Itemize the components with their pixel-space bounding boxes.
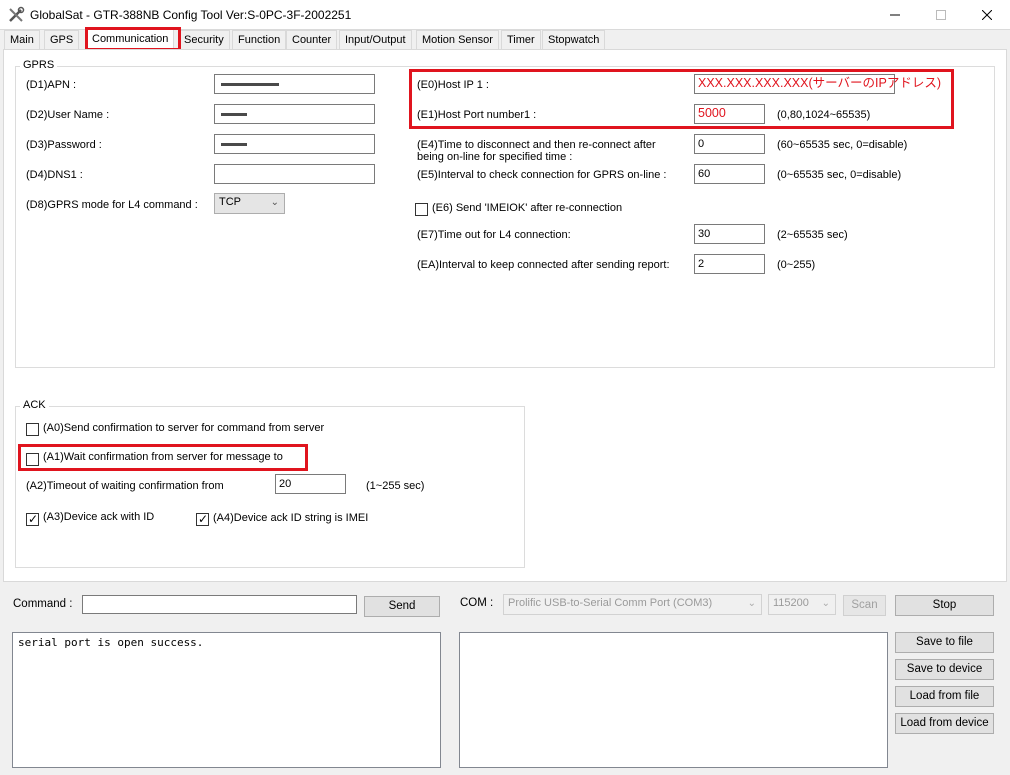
- keep-connected-input[interactable]: 2: [694, 254, 765, 274]
- user-name-label: (D2)User Name :: [26, 109, 110, 121]
- wait-confirmation-highlight: [18, 444, 308, 471]
- send-confirmation-label: (A0)Send confirmation to server for comm…: [43, 422, 325, 434]
- window-title: GlobalSat - GTR-388NB Config Tool Ver:S-…: [30, 8, 352, 22]
- send-button[interactable]: Send: [364, 596, 440, 617]
- ack-timeout-label: (A2)Timeout of waiting confirmation from: [26, 480, 224, 492]
- imeiok-label: (E6) Send 'IMEIOK' after re-connection: [432, 202, 623, 214]
- title-bar: GlobalSat - GTR-388NB Config Tool Ver:S-…: [0, 0, 1010, 30]
- minimize-button[interactable]: [872, 0, 918, 30]
- maximize-button[interactable]: [918, 0, 964, 30]
- chevron-down-icon: ⌄: [821, 598, 830, 609]
- stop-button[interactable]: Stop: [895, 595, 994, 616]
- password-label: (D3)Password :: [26, 139, 102, 151]
- close-button[interactable]: [964, 0, 1010, 30]
- reconnect-time-input[interactable]: 0: [694, 134, 765, 154]
- keep-connected-hint: (0~255): [777, 259, 816, 271]
- apn-label: (D1)APN :: [26, 79, 77, 91]
- redacted-apn: [221, 83, 279, 86]
- response-log[interactable]: [459, 632, 888, 768]
- close-icon: [982, 10, 992, 20]
- ack-group-title: ACK: [20, 399, 49, 411]
- maximize-icon: [936, 10, 946, 20]
- dns1-input[interactable]: [214, 164, 375, 184]
- tab-input-output[interactable]: Input/Output: [339, 30, 412, 49]
- send-confirmation-checkbox[interactable]: [26, 423, 39, 436]
- ack-with-id-label: (A3)Device ack with ID: [43, 511, 155, 523]
- gprs-mode-select[interactable]: TCP ⌄: [214, 193, 285, 214]
- checkmark-icon: ✓: [28, 512, 39, 526]
- l4-timeout-hint: (2~65535 sec): [777, 229, 848, 241]
- minimize-icon: [890, 14, 900, 16]
- l4-timeout-input[interactable]: 30: [694, 224, 765, 244]
- l4-timeout-label: (E7)Time out for L4 connection:: [417, 229, 571, 241]
- reconnect-label-line1: (E4)Time to disconnect and then re-conne…: [417, 139, 656, 151]
- ack-with-id-checkbox[interactable]: ✓: [26, 512, 39, 526]
- baud-select[interactable]: 115200 ⌄: [768, 594, 836, 615]
- check-interval-label: (E5)Interval to check connection for GPR…: [417, 169, 667, 181]
- gprs-group-title: GPRS: [20, 59, 58, 71]
- com-label: COM :: [460, 597, 494, 609]
- com-port-value: Prolific USB-to-Serial Comm Port (COM3): [508, 597, 713, 609]
- chevron-down-icon: ⌄: [270, 197, 279, 208]
- tab-main[interactable]: Main: [4, 30, 40, 49]
- reconnect-time-hint: (60~65535 sec, 0=disable): [777, 139, 908, 151]
- tools-icon: [9, 6, 25, 22]
- check-interval-input[interactable]: 60: [694, 164, 765, 184]
- tab-security[interactable]: Security: [178, 30, 230, 49]
- tab-timer[interactable]: Timer: [501, 30, 541, 49]
- baud-value: 115200: [773, 597, 809, 609]
- load-from-device-button[interactable]: Load from device: [895, 713, 994, 734]
- command-label: Command :: [13, 598, 73, 610]
- host-highlight: [409, 69, 954, 129]
- tab-motion-sensor[interactable]: Motion Sensor: [416, 30, 499, 49]
- apn-input[interactable]: [214, 74, 375, 94]
- user-name-input[interactable]: [214, 104, 375, 124]
- keep-connected-label: (EA)Interval to keep connected after sen…: [417, 259, 670, 271]
- tab-counter[interactable]: Counter: [286, 30, 338, 49]
- tab-gps[interactable]: GPS: [44, 30, 80, 49]
- tab-highlight: [85, 27, 181, 51]
- serial-log[interactable]: serial port is open success.: [12, 632, 441, 768]
- ack-timeout-hint: (1~255 sec): [366, 480, 425, 492]
- tab-function[interactable]: Function: [232, 30, 287, 49]
- scan-button[interactable]: Scan: [843, 595, 886, 616]
- load-from-file-button[interactable]: Load from file: [895, 686, 994, 707]
- checkmark-icon: ✓: [198, 512, 209, 526]
- ack-timeout-input[interactable]: 20: [275, 474, 346, 494]
- reconnect-label-line2: being on-line for specified time :: [417, 151, 573, 163]
- tab-stopwatch[interactable]: Stopwatch: [542, 30, 606, 49]
- command-input[interactable]: [82, 595, 357, 614]
- check-interval-hint: (0~65535 sec, 0=disable): [777, 169, 902, 181]
- save-to-file-button[interactable]: Save to file: [895, 632, 994, 653]
- imeiok-checkbox[interactable]: [415, 203, 428, 216]
- chevron-down-icon: ⌄: [747, 598, 756, 609]
- com-port-select[interactable]: Prolific USB-to-Serial Comm Port (COM3) …: [503, 594, 762, 615]
- ack-imei-checkbox[interactable]: ✓: [196, 512, 209, 526]
- redacted-password: [221, 143, 247, 146]
- ack-imei-label: (A4)Device ack ID string is IMEI: [213, 512, 369, 524]
- gprs-mode-label: (D8)GPRS mode for L4 command :: [26, 199, 198, 211]
- redacted-user-name: [221, 113, 247, 116]
- gprs-mode-value: TCP: [219, 196, 241, 208]
- save-to-device-button[interactable]: Save to device: [895, 659, 994, 680]
- dns1-label: (D4)DNS1 :: [26, 169, 83, 181]
- password-input[interactable]: [214, 134, 375, 154]
